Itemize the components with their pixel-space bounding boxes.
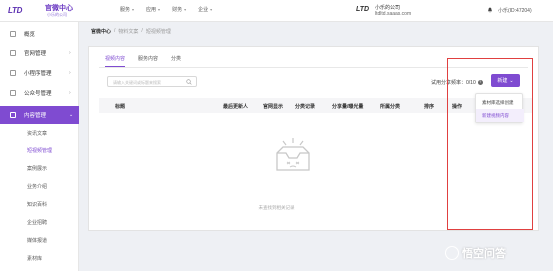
chevron-right-icon: › [69,70,71,76]
sidebar-item-website[interactable]: 官网管理 › [0,44,79,62]
chevron-down-icon: ▾ [132,7,135,12]
nav-enterprise-label: 企业 [198,7,209,13]
nav-enterprise[interactable]: 企业 ▾ [198,6,212,13]
sidebar-subitem-recruitment[interactable]: 企业招聘 [27,219,47,226]
nav-service-label: 服务 [120,7,131,13]
column-header-category: 所属分类 [380,104,401,110]
chevron-down-icon: ⌄ [69,112,74,118]
company-logo: LTD [356,6,370,13]
search-input[interactable]: 请输入关键词或标题来搜索 [107,76,197,87]
official-account-icon [10,90,16,96]
sidebar-item-label: 内容管理 [24,113,47,119]
sidebar-item-overview[interactable]: 概览 [0,25,79,43]
new-dropdown-menu: 素材库选择创建 新建视频内容 [475,93,524,123]
tab-video-content[interactable]: 视频内容 [105,55,126,67]
company-name[interactable]: 小乐的公司 [375,4,400,11]
top-bar: LTD 官微中心 小乐的公司 服务 ▾ 应用 ▾ 财务 ▾ 企业 ▾ LTD 小乐的公司… [0,0,553,22]
company-domain: ltdltd.saaas.com [375,11,412,17]
breadcrumb-separator: / [114,28,116,34]
nav-apps[interactable]: 应用 ▾ [146,6,160,13]
chevron-right-icon: › [69,90,71,96]
sidebar-item-miniprogram[interactable]: 小程序管理 › [0,64,79,82]
column-header-share-exposure: 分享量/曝光量 [332,104,364,110]
tab-bar: 视频内容 服务内容 分类 [105,55,181,67]
breadcrumb-item[interactable]: 物料文案 [118,28,138,35]
highlight-annotation [447,58,533,230]
sidebar: 概览 官网管理 › 小程序管理 › 公众号管理 › 内容管理 ⌄ 资讯文章 短视… [0,22,79,271]
column-header-site-display: 官网显示 [263,104,284,110]
chevron-down-icon: ▾ [210,7,213,12]
chevron-right-icon: › [69,50,71,56]
content-icon [10,112,16,118]
breadcrumb-separator: / [141,28,143,34]
sidebar-subitem-cases[interactable]: 案例展示 [27,165,47,172]
dashboard-icon [10,31,16,37]
sidebar-item-label: 官网管理 [24,51,47,57]
bell-icon[interactable] [487,7,493,13]
sidebar-item-content[interactable]: 内容管理 ⌄ [0,106,79,124]
watermark-text: 悟空问答 [462,248,506,260]
breadcrumb: 官微中心 / 物料文案 / 短视频管理 [91,28,171,35]
column-header-sort[interactable]: 排序 [424,103,434,110]
sidebar-item-label: 小程序管理 [24,71,52,77]
sidebar-subitem-short-video[interactable]: 短视频管理 [27,147,52,154]
dropdown-item-new-video[interactable]: 新建视频内容 [476,109,524,122]
brand-subtitle: 小乐的公司 [47,12,67,17]
sidebar-item-label: 概览 [24,32,36,38]
nav-finance-label: 财务 [172,7,183,13]
sidebar-subitem-materials[interactable]: 素材库 [27,255,42,262]
column-header-updater: 最后更新人 [223,104,249,110]
watermark-logo-icon [445,246,459,260]
chevron-down-icon: ▾ [184,7,187,12]
sidebar-item-official-account[interactable]: 公众号管理 › [0,84,79,102]
miniprogram-icon [10,70,16,76]
search-icon[interactable] [186,79,192,85]
top-nav: 服务 ▾ 应用 ▾ 财务 ▾ 企业 ▾ [120,6,212,13]
column-header-category-record: 分类记录 [295,104,316,110]
sidebar-subitem-media[interactable]: 媒体报道 [27,237,47,244]
nav-finance[interactable]: 财务 ▾ [172,6,186,13]
website-icon [10,50,16,56]
tab-service-content[interactable]: 服务内容 [138,55,158,67]
sidebar-item-label: 公众号管理 [24,91,52,97]
breadcrumb-item[interactable]: 官微中心 [91,28,111,35]
user-menu[interactable]: 小乐(ID:47204) [498,7,532,14]
tab-category[interactable]: 分类 [171,55,181,67]
breadcrumb-current: 短视频管理 [145,29,171,35]
empty-inbox-icon [276,138,310,171]
nav-service[interactable]: 服务 ▾ [120,6,134,13]
sidebar-subitem-business[interactable]: 业务介绍 [27,183,47,190]
chevron-down-icon: ▾ [158,7,161,12]
brand-logo: LTD [8,6,23,15]
nav-apps-label: 应用 [146,7,157,13]
sidebar-subitem-articles[interactable]: 资讯文章 [27,130,47,137]
watermark: 悟空问答 [445,245,506,261]
search-placeholder: 请输入关键词或标题来搜索 [113,80,161,85]
column-header-title: 标题 [115,104,126,110]
dropdown-item-from-library[interactable]: 素材库选择创建 [476,96,524,109]
